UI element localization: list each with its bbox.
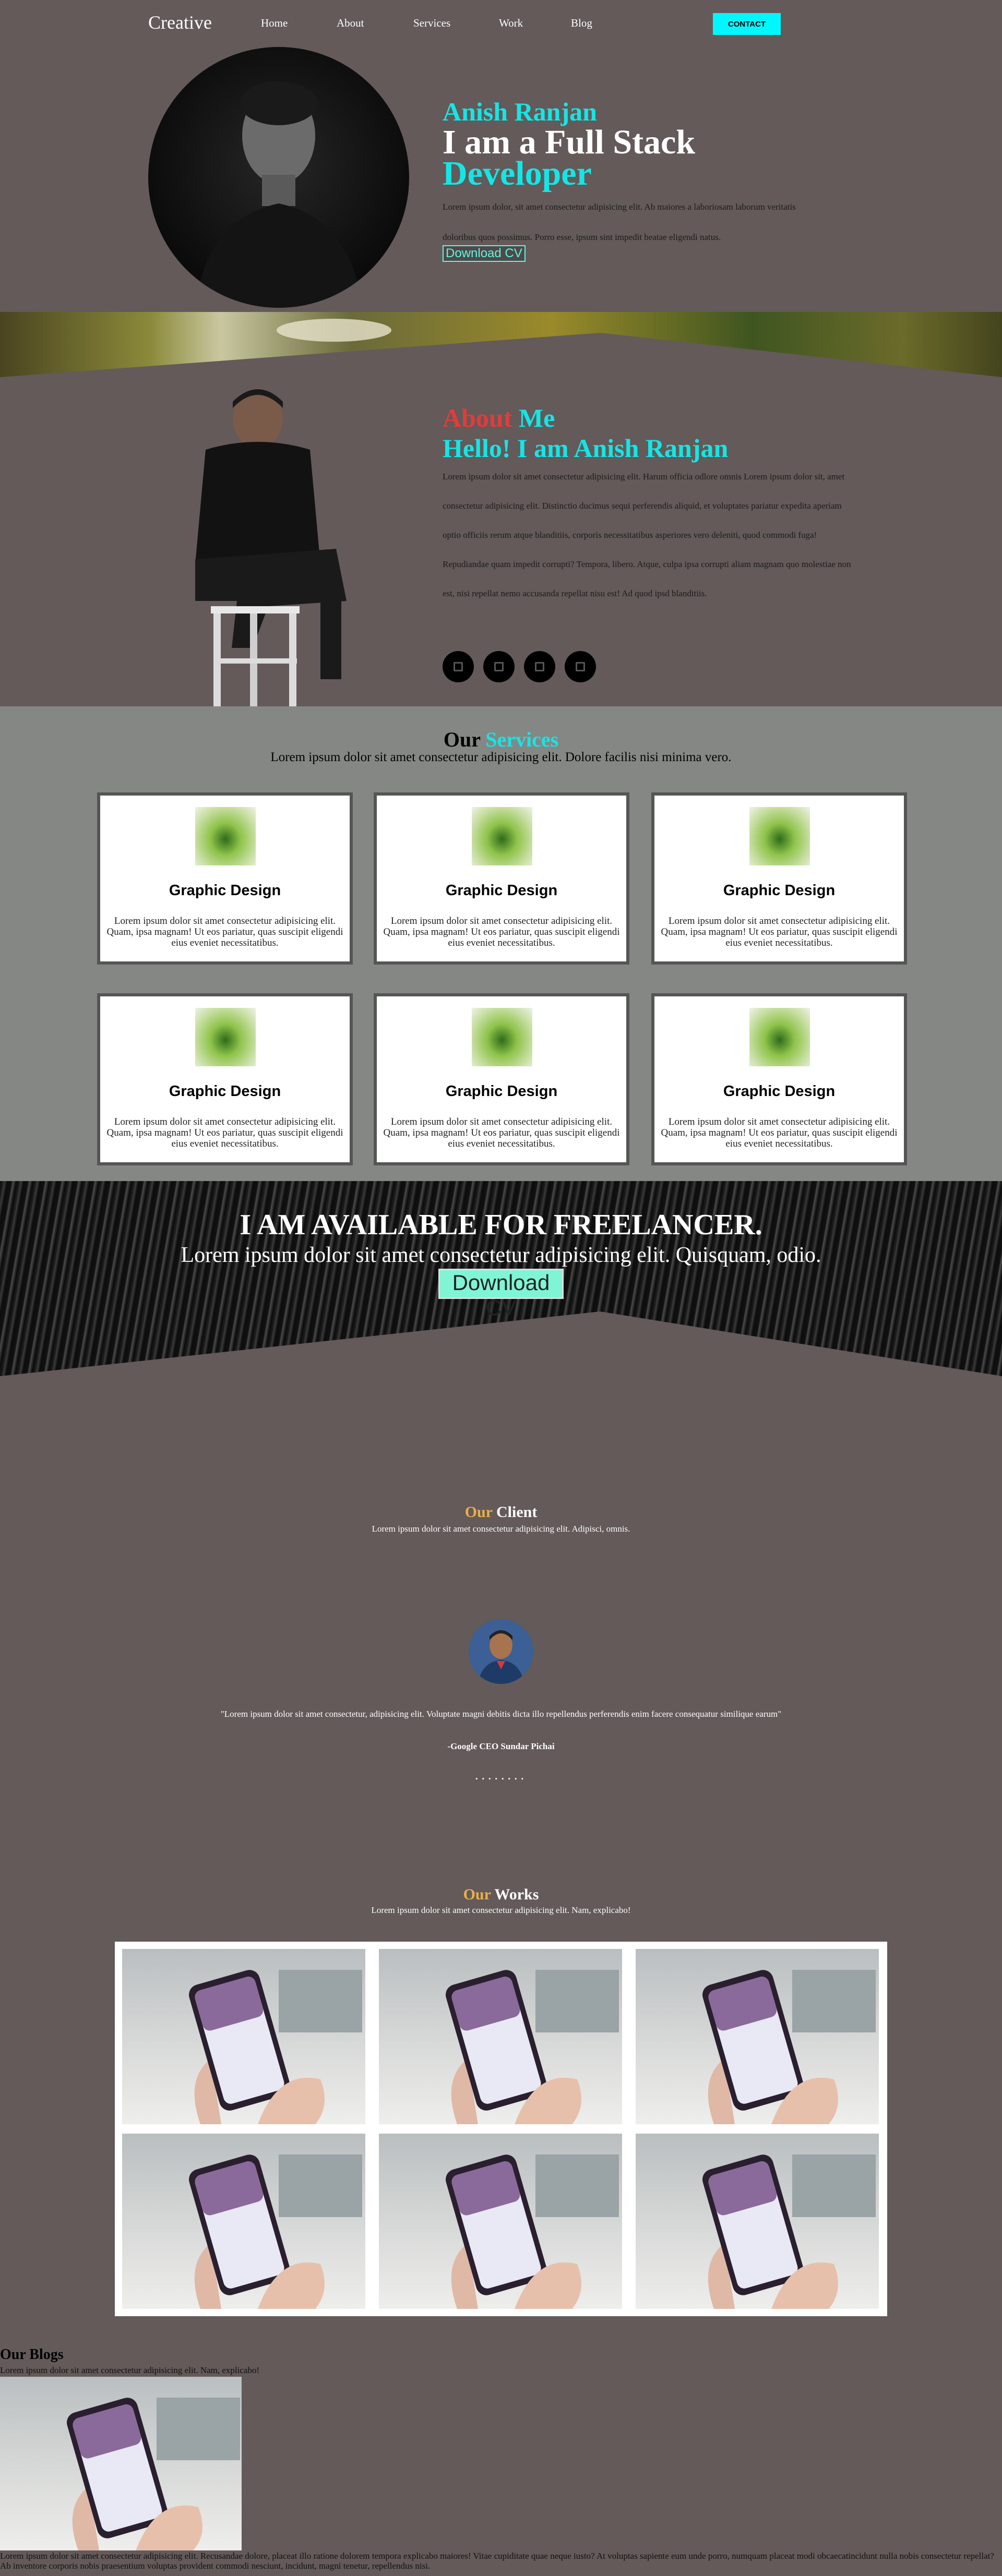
service-title: Graphic Design	[169, 1083, 281, 1100]
service-image	[472, 1008, 532, 1066]
nav-link-blog[interactable]: Blog	[571, 17, 592, 30]
about-heading-word1: About	[443, 403, 512, 432]
hero-profile-photo	[148, 47, 409, 308]
services-heading: Our Services	[0, 727, 1002, 752]
navbar: Creative Home About Services Work Blog C…	[0, 0, 1002, 48]
work-item[interactable]	[122, 2134, 365, 2309]
hero-download-cv-button[interactable]: Download CV	[443, 245, 526, 262]
about-description: Lorem ipsum dolor sit amet consectetur a…	[443, 472, 851, 598]
carousel-dots[interactable]: ........	[0, 1767, 1002, 1783]
work-item[interactable]	[636, 1949, 879, 2124]
work-item[interactable]	[379, 2134, 622, 2309]
about-heading: About Me	[443, 403, 555, 433]
works-gallery	[115, 1942, 887, 2316]
service-card[interactable]: Graphic Design Lorem ipsum dolor sit ame…	[651, 993, 907, 1165]
services-heading-word2: Services	[485, 728, 559, 751]
work-item[interactable]	[636, 2134, 879, 2309]
service-card[interactable]: Graphic Design Lorem ipsum dolor sit ame…	[651, 792, 907, 965]
service-text: Lorem ipsum dolor sit amet consectetur a…	[106, 916, 343, 948]
works-heading-word1: Our	[463, 1886, 491, 1903]
social-icon-4[interactable]	[565, 651, 596, 682]
service-text: Lorem ipsum dolor sit amet consectetur a…	[383, 1116, 620, 1149]
work-item[interactable]	[379, 1949, 622, 2124]
service-image	[472, 807, 532, 865]
service-title: Graphic Design	[723, 1083, 836, 1100]
about-profile-photo	[148, 377, 409, 706]
services-section: Our Services Lorem ipsum dolor sit amet …	[0, 706, 1002, 1181]
client-heading-word2: Client	[496, 1503, 538, 1521]
nav-link-services[interactable]: Services	[413, 17, 450, 30]
blog-image[interactable]	[0, 2377, 242, 2550]
nav-link-about[interactable]: About	[337, 17, 364, 30]
service-image	[749, 1008, 810, 1066]
works-heading: Our Works	[0, 1886, 1002, 1904]
client-quote: "Lorem ipsum dolor sit amet consectetur,…	[220, 1709, 782, 1719]
service-text: Lorem ipsum dolor sit amet consectetur a…	[661, 916, 898, 948]
service-title: Graphic Design	[169, 882, 281, 899]
service-title: Graphic Design	[445, 882, 558, 899]
logo[interactable]: Creative	[148, 11, 212, 33]
service-card[interactable]: Graphic Design Lorem ipsum dolor sit ame…	[374, 993, 629, 1165]
service-card[interactable]: Graphic Design Lorem ipsum dolor sit ame…	[97, 792, 353, 965]
service-text: Lorem ipsum dolor sit amet consectetur a…	[661, 1116, 898, 1149]
service-image	[195, 807, 256, 865]
social-icon-3[interactable]	[524, 651, 555, 682]
nav-link-work[interactable]: Work	[499, 17, 523, 30]
client-heading: Our Client	[0, 1503, 1002, 1521]
divider-band	[0, 312, 1002, 377]
blogs-heading: Our Blogs	[0, 2346, 64, 2363]
blogs-subtitle: Lorem ipsum dolor sit amet consectetur a…	[0, 2365, 260, 2375]
client-quote-author: -Google CEO Sundar Pichai	[447, 1741, 555, 1751]
contact-button[interactable]: CONTACT	[713, 13, 781, 35]
service-image	[749, 807, 810, 865]
nav-link-home[interactable]: Home	[261, 17, 288, 30]
social-icon-1[interactable]	[443, 651, 474, 682]
services-subtitle: Lorem ipsum dolor sit amet consectetur a…	[270, 750, 732, 764]
social-icon-2[interactable]	[483, 651, 515, 682]
about-heading-word2: Me	[518, 403, 555, 432]
service-title: Graphic Design	[445, 1083, 558, 1100]
freelance-banner: I AM AVAILABLE FOR FREELANCER. Lorem ips…	[0, 1181, 1002, 1376]
service-text: Lorem ipsum dolor sit amet consectetur a…	[383, 916, 620, 948]
client-heading-word1: Our	[464, 1503, 493, 1521]
works-heading-word2: Works	[494, 1886, 539, 1903]
service-card[interactable]: Graphic Design Lorem ipsum dolor sit ame…	[97, 993, 353, 1165]
services-heading-word1: Our	[443, 728, 481, 751]
hero-description: Lorem ipsum dolor, sit amet consectetur …	[443, 202, 796, 242]
client-subtitle: Lorem ipsum dolor sit amet consectetur a…	[372, 1524, 630, 1534]
blog-text: Lorem ipsum dolor sit amet consectetur a…	[0, 2551, 994, 2571]
service-card[interactable]: Graphic Design Lorem ipsum dolor sit ame…	[374, 792, 629, 965]
service-title: Graphic Design	[723, 882, 836, 899]
client-avatar	[469, 1619, 533, 1684]
hero-title-line2: Developer	[443, 154, 592, 192]
service-text: Lorem ipsum dolor sit amet consectetur a…	[106, 1116, 343, 1149]
work-item[interactable]	[122, 1949, 365, 2124]
works-subtitle: Lorem ipsum dolor sit amet consectetur a…	[371, 1905, 631, 1915]
about-subheading: Hello! I am Anish Ranjan	[443, 434, 729, 463]
service-image	[195, 1008, 256, 1066]
